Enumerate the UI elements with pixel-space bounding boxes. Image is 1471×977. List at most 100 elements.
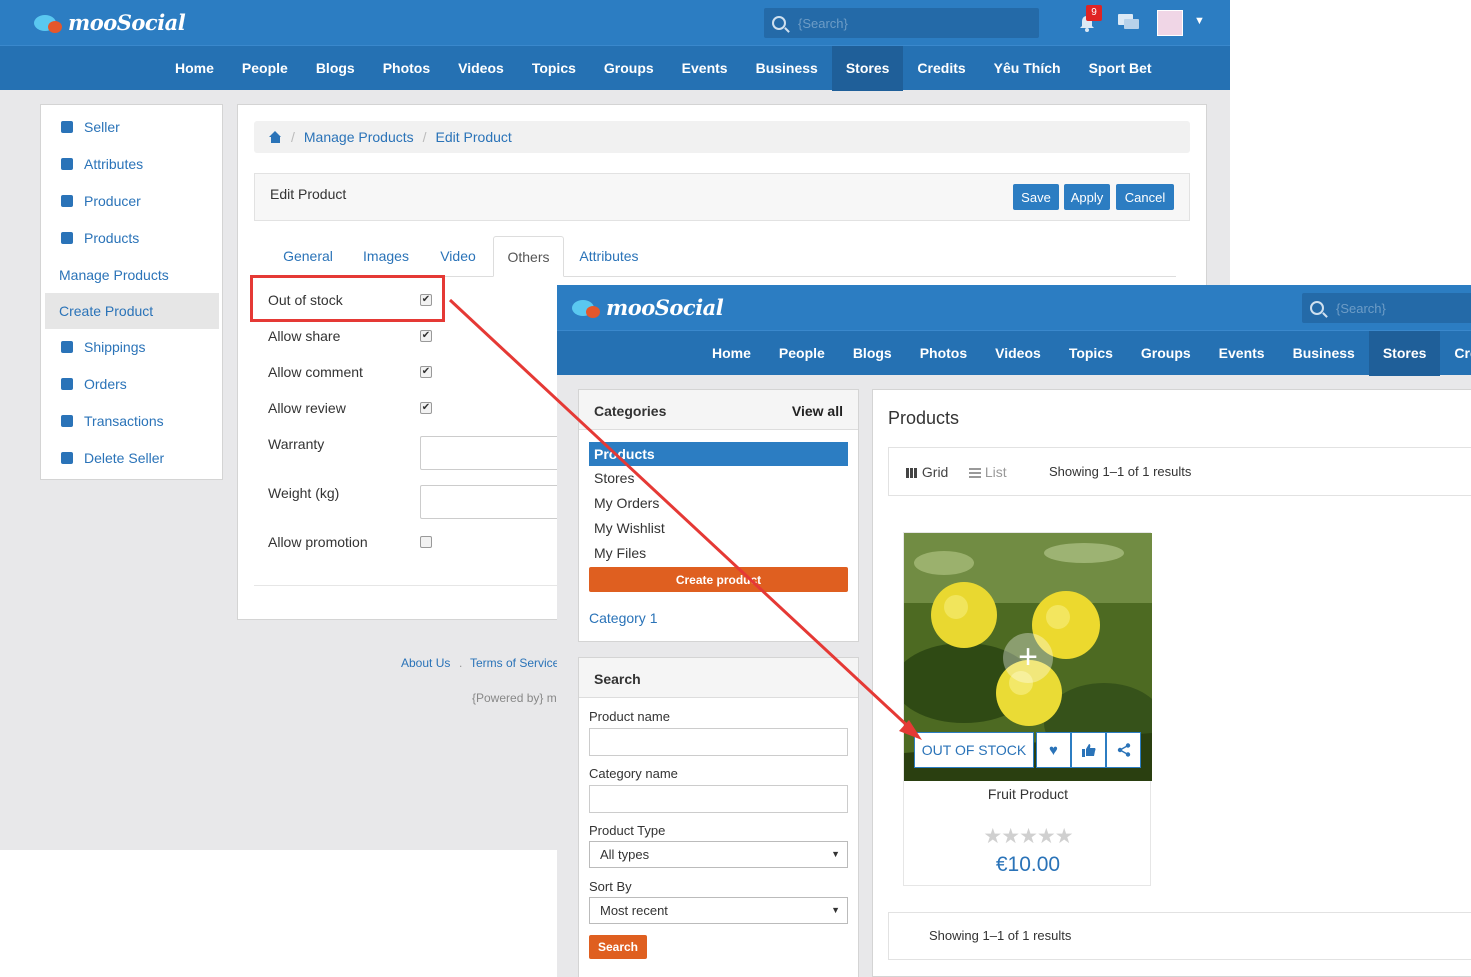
sidebar-item-label: Create Product — [59, 303, 154, 319]
tab-attributes[interactable]: Attributes — [566, 236, 652, 277]
nav-item-people[interactable]: People — [228, 46, 302, 91]
category-my-wishlist[interactable]: My Wishlist — [589, 516, 848, 540]
sidebar-item-products[interactable]: Products — [45, 220, 219, 256]
view-all-link[interactable]: View all — [792, 403, 843, 419]
sidebar-item-manage-products[interactable]: Manage Products — [45, 257, 219, 293]
brand-logo[interactable]: mooSocial — [572, 295, 724, 320]
plus-icon[interactable]: + — [1003, 633, 1053, 683]
sidebar-item-attributes[interactable]: Attributes — [45, 146, 219, 182]
category-1-link[interactable]: Category 1 — [589, 610, 657, 626]
search-button[interactable]: Search — [589, 935, 647, 959]
list-view-toggle[interactable]: List — [969, 464, 1007, 480]
out-of-stock-badge[interactable]: OUT OF STOCK — [914, 732, 1034, 768]
notification-badge: 9 — [1086, 5, 1102, 21]
search-panel: Search Product name Category name Produc… — [578, 657, 859, 977]
nav-item-credits[interactable]: Credits — [903, 46, 979, 91]
allow-comment-label: Allow comment — [268, 364, 363, 380]
nav-item-events[interactable]: Events — [1205, 331, 1279, 376]
sidebar-item-shippings[interactable]: Shippings — [45, 329, 219, 365]
categories-panel: Categories View all Products Stores My O… — [578, 389, 859, 642]
allow-share-checkbox[interactable]: ✔ — [420, 330, 432, 342]
nav-item-topics[interactable]: Topics — [1055, 331, 1127, 376]
nav-item-stores[interactable]: Stores — [1368, 331, 1441, 376]
allow-promotion-label: Allow promotion — [268, 534, 368, 550]
footer-terms-link[interactable]: Terms of Service — [470, 656, 559, 670]
store-window: mooSocial {Search} Home People Blogs Photos… — [557, 285, 1471, 977]
nav-item-groups[interactable]: Groups — [1127, 331, 1205, 376]
nav-item-photos[interactable]: Photos — [369, 46, 444, 91]
search-input[interactable]: {Search} — [764, 8, 1039, 38]
products-title: Products — [888, 408, 960, 428]
search-panel-title: Search — [594, 671, 641, 687]
nav-item-home[interactable]: Home — [161, 46, 228, 91]
sidebar-item-create-product[interactable]: Create Product — [45, 293, 219, 329]
nav-item-blogs[interactable]: Blogs — [302, 46, 369, 91]
tab-others[interactable]: Others — [493, 236, 564, 277]
product-card[interactable]: + OUT OF STOCK ♥ Fruit Product ★★★★★ €10… — [903, 532, 1152, 886]
category-my-orders[interactable]: My Orders — [589, 491, 848, 515]
category-products[interactable]: Products — [589, 442, 848, 466]
avatar[interactable] — [1157, 10, 1183, 36]
nav-item-sport-bet[interactable]: Sport Bet — [1075, 46, 1166, 91]
nav-item-business[interactable]: Business — [742, 46, 832, 91]
nav-item-topics[interactable]: Topics — [518, 46, 590, 91]
nav-item-home[interactable]: Home — [698, 331, 765, 376]
product-name-field[interactable] — [589, 728, 848, 756]
allow-promotion-checkbox[interactable] — [420, 536, 432, 548]
sidebar-item-orders[interactable]: Orders — [45, 366, 219, 402]
nav-item-groups[interactable]: Groups — [590, 46, 668, 91]
nav-item-people[interactable]: People — [765, 331, 839, 376]
main-nav: Home People Blogs Photos Videos Topics Groups E… — [0, 45, 1230, 91]
footer-about-link[interactable]: About Us — [401, 656, 450, 670]
save-button[interactable]: Save — [1013, 184, 1059, 210]
brand-logo[interactable]: mooSocial — [34, 10, 186, 35]
thumbs-up-icon[interactable] — [1071, 732, 1106, 768]
apply-button[interactable]: Apply — [1064, 184, 1110, 210]
breadcrumb-edit-product[interactable]: Edit Product — [436, 129, 512, 145]
edit-product-header: Edit Product Save Apply Cancel — [254, 173, 1190, 221]
seller-icon — [61, 121, 73, 133]
sidebar-item-transactions[interactable]: Transactions — [45, 403, 219, 439]
nav-item-videos[interactable]: Videos — [444, 46, 518, 91]
cancel-button[interactable]: Cancel — [1116, 184, 1174, 210]
share-icon[interactable] — [1106, 732, 1141, 768]
nav-item-videos[interactable]: Videos — [981, 331, 1055, 376]
category-my-files[interactable]: My Files — [589, 541, 848, 565]
allow-share-label: Allow share — [268, 328, 341, 344]
product-type-label: Product Type — [589, 823, 666, 838]
category-name-field[interactable] — [589, 785, 848, 813]
weight-label: Weight (kg) — [268, 485, 340, 501]
allow-comment-checkbox[interactable]: ✔ — [420, 366, 432, 378]
tab-images[interactable]: Images — [348, 236, 424, 277]
tab-video[interactable]: Video — [424, 236, 492, 277]
breadcrumb-manage-products[interactable]: Manage Products — [304, 129, 414, 145]
nav-item-credits[interactable]: Credits — [1440, 331, 1471, 376]
sidebar-item-label: Seller — [84, 119, 120, 135]
nav-item-stores[interactable]: Stores — [831, 46, 904, 91]
sidebar-item-seller[interactable]: Seller — [45, 109, 219, 145]
grid-view-toggle[interactable]: Grid — [906, 464, 948, 480]
messages-icon[interactable] — [1118, 14, 1140, 35]
nav-item-photos[interactable]: Photos — [906, 331, 981, 376]
allow-review-checkbox[interactable]: ✔ — [420, 402, 432, 414]
nav-item-yêu-thích[interactable]: Yêu Thích — [980, 46, 1075, 91]
sort-by-select[interactable]: Most recent ▼ — [589, 897, 848, 924]
heart-icon[interactable]: ♥ — [1036, 732, 1071, 768]
sidebar-item-delete-seller[interactable]: Delete Seller — [45, 440, 219, 476]
search-input[interactable]: {Search} — [1302, 293, 1471, 323]
chevron-down-icon[interactable]: ▼ — [1194, 15, 1205, 27]
nav-item-blogs[interactable]: Blogs — [839, 331, 906, 376]
category-stores[interactable]: Stores — [589, 466, 848, 490]
sidebar-item-producer[interactable]: Producer — [45, 183, 219, 219]
tab-general[interactable]: General — [268, 236, 348, 277]
warranty-label: Warranty — [268, 436, 325, 452]
create-product-button[interactable]: Create product — [589, 567, 848, 592]
home-icon[interactable] — [269, 131, 282, 143]
nav-item-business[interactable]: Business — [1279, 331, 1369, 376]
product-name[interactable]: Fruit Product — [904, 786, 1152, 802]
results-count-bottom: Showing 1–1 of 1 results — [929, 928, 1072, 943]
nav-item-events[interactable]: Events — [668, 46, 742, 91]
results-footer: Showing 1–1 of 1 results — [888, 912, 1471, 960]
product-type-select[interactable]: All types ▼ — [589, 841, 848, 868]
product-image[interactable]: + OUT OF STOCK ♥ — [904, 533, 1152, 781]
